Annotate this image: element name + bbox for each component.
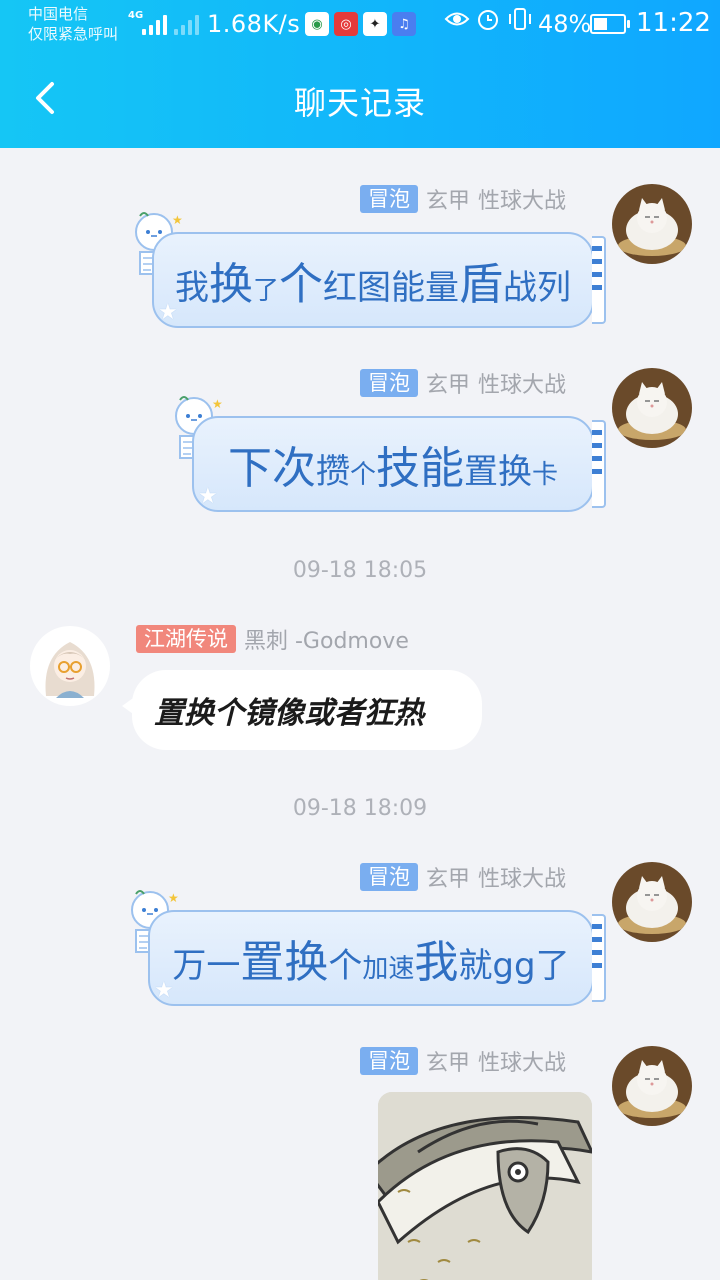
- cat-avatar-icon: [612, 1046, 692, 1126]
- bubble-text-segment: 我: [414, 937, 459, 988]
- star-decoration-icon: ★: [158, 300, 178, 325]
- bubble-text-segment: 攒: [315, 452, 350, 492]
- bubble-body: 我换了个红图能量盾战列: [152, 232, 594, 328]
- vibrate-icon: [506, 6, 534, 38]
- bubble-text-segment: 万一: [172, 946, 241, 986]
- bubble-spine-decoration: [592, 914, 606, 1002]
- timestamp: 09-18 18:05: [292, 558, 428, 583]
- message-bubble[interactable]: ★ 万一置换个加速我就gg了 ★: [126, 888, 608, 1006]
- bubble-text-segment: 技能: [376, 443, 464, 494]
- cat-avatar-icon: [612, 184, 692, 264]
- bubble-text-segment: 卡: [532, 460, 559, 490]
- avatar[interactable]: [612, 862, 692, 942]
- bubble-text-segment: 战列: [503, 268, 571, 308]
- sender-meta: 江湖传说 黑刺 -Godmove: [136, 624, 409, 654]
- message-bubble[interactable]: 置换个镜像或者狂热: [122, 670, 482, 750]
- sender-meta: 冒泡 玄甲 性球大战: [360, 1046, 566, 1076]
- music-app-icon: ♫: [392, 12, 416, 36]
- cat-avatar-icon: [612, 862, 692, 942]
- network-type: 4G: [128, 10, 144, 21]
- bubble-body: 万一置换个加速我就gg了: [148, 910, 594, 1006]
- star-decoration-icon: ★: [198, 484, 218, 509]
- sender-tag: 冒泡: [360, 863, 418, 891]
- sender-tag: 冒泡: [360, 369, 418, 397]
- svg-text:★: ★: [168, 891, 179, 905]
- game-app-icon: ✦: [363, 12, 387, 36]
- star-decoration-icon: ★: [154, 978, 174, 1003]
- timestamp: 09-18 18:09: [292, 796, 428, 821]
- bubble-text-segment: 置换: [464, 452, 532, 492]
- fish-meme-image: [378, 1092, 592, 1280]
- message-bubble[interactable]: ★ 下次攒个技能置换卡 ★: [170, 394, 608, 512]
- avatar[interactable]: [612, 368, 692, 448]
- bubble-text-segment: 个: [328, 946, 363, 986]
- bubble-text-segment: 换: [208, 259, 253, 310]
- sender-tag: 冒泡: [360, 1047, 418, 1075]
- nav-bar: 聊天记录: [0, 50, 720, 148]
- bubble-text-segment: 加速: [362, 954, 415, 984]
- cat-avatar-icon: [612, 368, 692, 448]
- carrier-name: 中国电信: [28, 5, 89, 23]
- alarm-icon: [475, 6, 501, 38]
- clock: 11:22: [636, 8, 711, 38]
- battery-percent: 48%: [538, 10, 592, 38]
- bubble-text-segment: 我: [174, 268, 209, 308]
- signal-2-icon: [174, 11, 199, 35]
- avatar[interactable]: [30, 626, 110, 706]
- sender-tag: 冒泡: [360, 185, 418, 213]
- sender-group: 性球大战: [478, 1051, 567, 1076]
- bubble-body: 下次攒个技能置换卡: [192, 416, 594, 512]
- bubble-text-segment: 置换: [240, 937, 329, 988]
- svg-text:★: ★: [172, 213, 183, 227]
- eye-icon: [444, 6, 470, 38]
- carrier-status: 仅限紧急呼叫: [28, 25, 119, 43]
- bubble-text-segment: 就gg了: [458, 946, 570, 986]
- page-title: 聊天记录: [293, 84, 426, 122]
- sender-tag: 江湖传说: [136, 625, 236, 653]
- netease-music-icon: ◎: [334, 12, 358, 36]
- message-bubble[interactable]: ★ 我换了个红图能量盾战列 ★: [130, 210, 608, 328]
- bubble-text-segment: 个: [279, 259, 323, 310]
- bubble-spine-decoration: [592, 236, 606, 324]
- sender-name[interactable]: 玄甲: [426, 1045, 470, 1077]
- chat-history[interactable]: 冒泡 玄甲 性球大战 ★ 我换了个红图能量盾战列 ★ 冒泡 玄甲 性球大战 ★ …: [0, 148, 720, 1280]
- avatar[interactable]: [612, 184, 692, 264]
- carrier-info: 中国电信 仅限紧急呼叫: [28, 4, 118, 44]
- bubble-text-segment: 盾: [459, 259, 503, 310]
- sender-name[interactable]: 黑刺 -Godmove: [244, 623, 409, 655]
- svg-text:★: ★: [212, 397, 223, 411]
- news-app-icon: ◉: [305, 12, 329, 36]
- image-message[interactable]: [378, 1092, 592, 1280]
- avatar[interactable]: [612, 1046, 692, 1126]
- bubble-spine-decoration: [592, 420, 606, 508]
- battery-icon: [590, 14, 630, 34]
- bubble-text-segment: 个: [349, 460, 376, 490]
- bubble-text-segment: 了: [252, 276, 279, 306]
- bubble-text-segment: 下次: [227, 443, 316, 494]
- header-bar: 中国电信 仅限紧急呼叫 4G 1.68K/s ◉ ◎ ✦ ♫ 48% 11:22: [0, 0, 720, 148]
- status-bar: 中国电信 仅限紧急呼叫 4G 1.68K/s ◉ ◎ ✦ ♫ 48% 11:22: [0, 0, 720, 50]
- bubble-text-segment: 红图能量: [323, 268, 459, 308]
- signal-icon: [142, 11, 167, 35]
- net-speed: 1.68K/s: [207, 10, 301, 38]
- anime-girl-avatar-icon: [30, 626, 110, 706]
